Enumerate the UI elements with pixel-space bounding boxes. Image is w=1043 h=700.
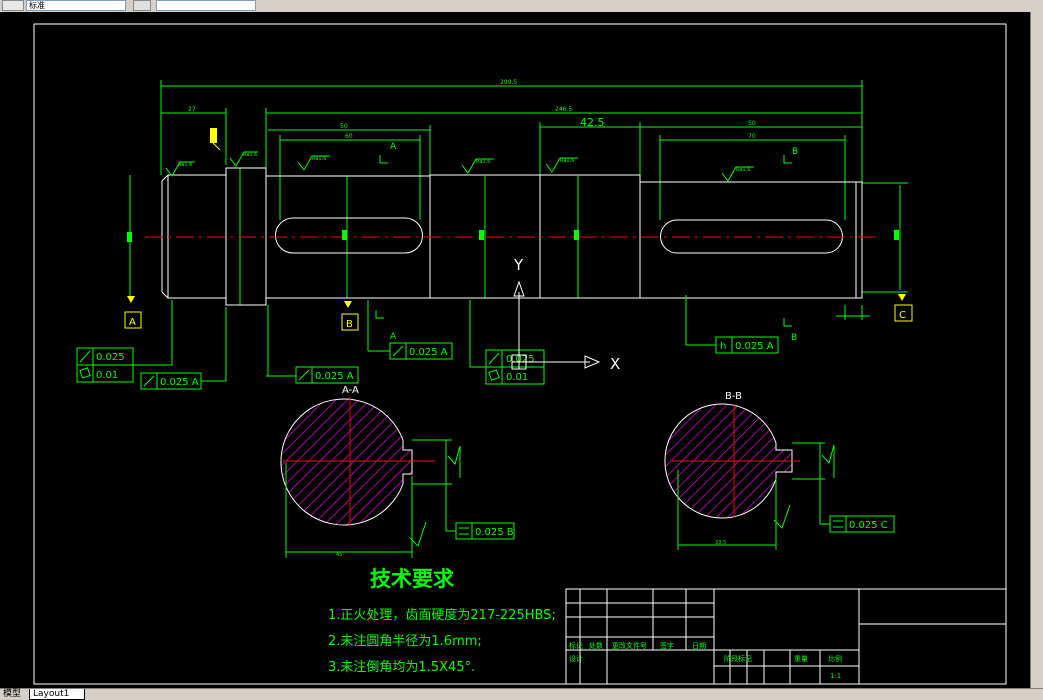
svg-text:0.025 B: 0.025 B	[475, 527, 514, 538]
tab-model[interactable]: 模型	[0, 689, 28, 700]
tolerance-frames	[76, 295, 779, 390]
cad-drawing: Ra1.6 Ra1.6 Ra1.6 Ra1.6 Ra1.6 Ra1.6 299.…	[33, 23, 1007, 685]
svg-text:h: h	[720, 341, 726, 352]
dim-60: 60	[345, 133, 353, 140]
svg-text:B: B	[791, 333, 797, 343]
svg-text:阶段标记: 阶段标记	[724, 654, 752, 663]
svg-text:标记: 标记	[569, 641, 583, 650]
tolerance-texts: 0.025 0.01 0.025 A 0.025 A 0.025 A 0.025…	[96, 341, 774, 388]
tech-line-3: 3.未注倒角均为1.5X45°.	[328, 660, 475, 675]
svg-text:C: C	[899, 310, 906, 321]
section-marks	[375, 155, 792, 327]
style-dropdown[interactable]	[156, 0, 256, 11]
svg-text:设计: 设计	[569, 654, 583, 663]
svg-text:签字: 签字	[660, 641, 674, 650]
layer-dropdown[interactable]: 标准	[26, 0, 126, 11]
title-block	[565, 588, 1007, 685]
datum-labels: A B C	[129, 310, 906, 330]
vertical-scrollbar[interactable]	[1030, 12, 1043, 688]
svg-text:B: B	[792, 147, 798, 157]
dimension-markers	[127, 230, 899, 242]
svg-text:处数: 处数	[589, 641, 603, 650]
tech-line-1: 1.正火处理，齿面硬度为217-225HBS;	[328, 607, 556, 623]
svg-text:45: 45	[336, 552, 342, 558]
svg-text:0.025 A: 0.025 A	[409, 347, 448, 358]
dimension-lines	[129, 80, 908, 320]
svg-text:1:1: 1:1	[830, 672, 841, 680]
roughness-label: Ra1.6	[736, 167, 750, 173]
properties-button[interactable]	[133, 0, 151, 11]
dim-27: 27	[188, 106, 196, 113]
svg-text:日期: 日期	[692, 642, 706, 650]
svg-text:33.5: 33.5	[715, 540, 726, 546]
section-aa-title: A-A	[342, 385, 359, 396]
section-aa-shape	[280, 398, 413, 526]
svg-text:比例: 比例	[828, 654, 842, 663]
ucs-x-label: X	[610, 355, 620, 373]
section-bb-title: B-B	[725, 391, 742, 402]
tab-layout1[interactable]: Layout1	[29, 689, 85, 700]
layer-manager-icon[interactable]	[2, 0, 24, 11]
svg-text:0.025: 0.025	[506, 354, 535, 365]
svg-text:A: A	[390, 142, 397, 152]
ucs-y-label: Y	[513, 256, 524, 274]
svg-text:0.025 A: 0.025 A	[315, 371, 354, 382]
svg-text:B: B	[346, 319, 353, 330]
drawing-canvas[interactable]: Ra1.6 Ra1.6 Ra1.6 Ra1.6 Ra1.6 Ra1.6 299.…	[0, 12, 1030, 688]
svg-text:0.01: 0.01	[506, 372, 528, 383]
roughness-label: Ra1.6	[178, 162, 192, 168]
dim-70: 70	[748, 133, 756, 140]
roughness-label: Ra1.6	[312, 156, 326, 162]
roughness-label: Ra1.6	[560, 158, 574, 164]
tech-title: 技术要求	[370, 567, 454, 591]
dim-50a: 50	[340, 123, 348, 130]
svg-text:更改文件号: 更改文件号	[612, 641, 647, 650]
svg-text:A: A	[129, 317, 136, 328]
title-block-labels: 标记 处数 更改文件号 签字 日期 设计 阶段标记 重量 比例 1:1	[569, 641, 842, 680]
dim-50b: 50	[748, 120, 756, 127]
dimension-texts: 299.5 27 246.5 50 60 50 70	[188, 79, 756, 140]
tech-line-2: 2.未注圆角半径为1.6mm;	[328, 634, 482, 649]
roughness-label: Ra1.6	[243, 152, 257, 158]
svg-text:0.025 A: 0.025 A	[735, 341, 774, 352]
svg-text:A: A	[390, 332, 397, 342]
svg-text:重量: 重量	[794, 655, 808, 663]
svg-text:0.025 C: 0.025 C	[849, 520, 888, 531]
dim-42-5: 42.5	[580, 116, 605, 129]
layout-tabs-bar: 模型 Layout1	[0, 688, 1043, 700]
svg-text:0.025 A: 0.025 A	[160, 377, 199, 388]
svg-text:0.025: 0.025	[96, 352, 125, 363]
dim-246: 246.5	[555, 106, 572, 113]
roughness-labels: Ra1.6 Ra1.6 Ra1.6 Ra1.6 Ra1.6 Ra1.6	[178, 152, 750, 173]
roughness-label: Ra1.6	[476, 159, 490, 165]
dim-total: 299.5	[500, 79, 517, 86]
svg-text:0.01: 0.01	[96, 370, 118, 381]
